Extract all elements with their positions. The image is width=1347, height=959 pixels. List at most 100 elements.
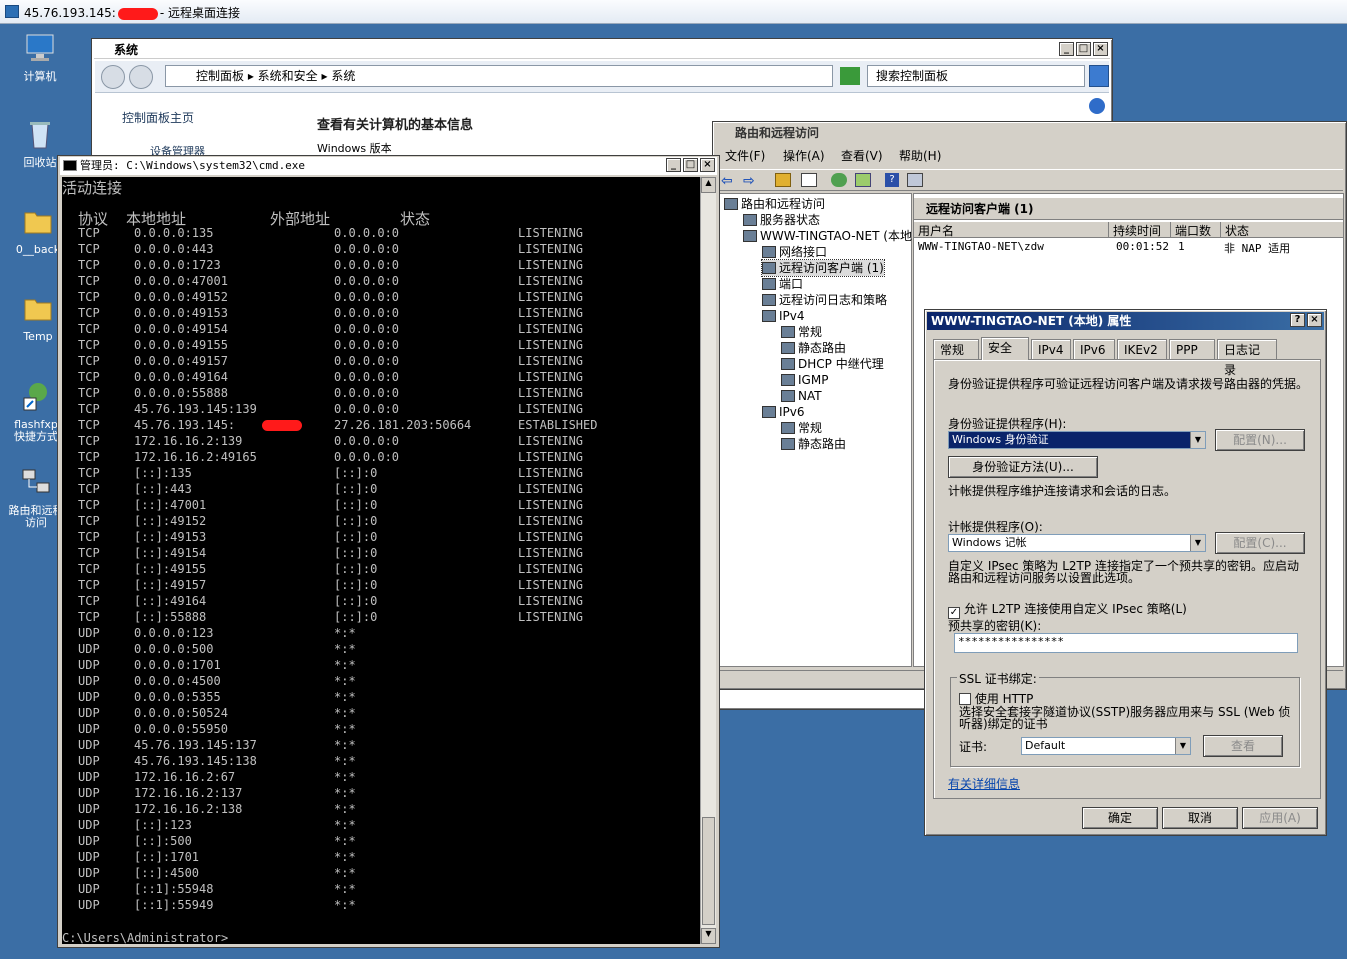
row-local-address: 0.0.0.0:5355 bbox=[134, 690, 221, 704]
help-icon[interactable]: ? bbox=[885, 173, 899, 187]
view-certificate-button[interactable]: 查看 bbox=[1203, 735, 1283, 757]
row-foreign-address: [::]:0 bbox=[334, 466, 378, 480]
close-button[interactable]: × bbox=[1307, 313, 1322, 327]
row-protocol: TCP bbox=[78, 370, 100, 384]
help-button[interactable]: ? bbox=[1290, 313, 1305, 327]
close-button[interactable]: × bbox=[1093, 42, 1108, 56]
desktop-icon-computer[interactable]: 计算机 bbox=[12, 32, 68, 83]
tree-item[interactable]: IGMP bbox=[781, 372, 828, 388]
tree-item-label: 端口 bbox=[779, 277, 804, 291]
row-protocol: TCP bbox=[78, 322, 100, 336]
row-local-address: 172.16.16.2:139 bbox=[134, 434, 243, 448]
scroll-up-arrow[interactable]: ▲ bbox=[701, 177, 716, 193]
auth-provider-select[interactable]: Windows 身份验证 ▼ bbox=[948, 431, 1206, 449]
minimize-button[interactable]: _ bbox=[1059, 42, 1074, 56]
auth-methods-button[interactable]: 身份验证方法(U)... bbox=[948, 456, 1098, 478]
tree-item[interactable]: DHCP 中继代理 bbox=[781, 356, 884, 372]
row-protocol: UDP bbox=[78, 866, 100, 880]
back-arrow-icon[interactable]: ⇦ bbox=[721, 173, 733, 189]
tree-item[interactable]: IPv6 bbox=[762, 404, 805, 420]
configure-accounting-button[interactable]: 配置(C)... bbox=[1215, 532, 1305, 554]
refresh-icon[interactable] bbox=[831, 173, 847, 187]
tab-5[interactable]: PPP bbox=[1169, 339, 1215, 359]
tab-6[interactable]: 日志记录 bbox=[1217, 339, 1277, 377]
help-icon[interactable] bbox=[1089, 98, 1105, 114]
cmd-scrollbar[interactable]: ▲ ▼ bbox=[700, 177, 716, 944]
tree-item[interactable]: NAT bbox=[781, 388, 822, 404]
tree-item[interactable]: WWW-TINGTAO-NET (本地) bbox=[743, 228, 917, 244]
col-status[interactable]: 状态 bbox=[1220, 222, 1249, 238]
breadcrumb[interactable]: 控制面板 ▸ 系统和安全 ▸ 系统 bbox=[165, 65, 833, 87]
col-duration[interactable]: 持续时间 bbox=[1108, 222, 1161, 238]
tab-0[interactable]: 常规 bbox=[933, 339, 979, 359]
row-protocol: TCP bbox=[78, 338, 100, 352]
sidebar-home-link[interactable]: 控制面板主页 bbox=[122, 109, 194, 126]
forward-button[interactable] bbox=[129, 65, 153, 89]
scroll-down-arrow[interactable]: ▼ bbox=[701, 928, 716, 944]
tab-4[interactable]: IKEv2 bbox=[1117, 339, 1167, 359]
tree-item[interactable]: 常规 bbox=[781, 324, 822, 340]
tree-item-label: 静态路由 bbox=[798, 437, 847, 451]
apply-button[interactable]: 应用(A) bbox=[1242, 807, 1318, 829]
minimize-button[interactable]: _ bbox=[666, 158, 681, 172]
row-local-address: 45.76.193.145:137 bbox=[134, 738, 257, 752]
export-icon[interactable] bbox=[855, 173, 871, 187]
more-info-link[interactable]: 有关详细信息 bbox=[948, 775, 1020, 792]
close-button[interactable]: × bbox=[700, 158, 715, 172]
tree-item[interactable]: 静态路由 bbox=[781, 436, 846, 452]
certificate-select[interactable]: Default ▼ bbox=[1021, 737, 1191, 755]
chevron-down-icon: ▼ bbox=[1190, 432, 1205, 448]
tree-item[interactable]: IPv4 bbox=[762, 308, 805, 324]
desktop-icon-routing[interactable]: 路由和远程访问 bbox=[8, 466, 64, 529]
psk-field[interactable]: **************** bbox=[954, 633, 1298, 653]
search-input[interactable]: 搜索控制面板 bbox=[867, 65, 1085, 87]
forward-arrow-icon[interactable]: ⇨ bbox=[743, 173, 755, 189]
cmd-console[interactable]: 活动连接 协议 本地地址 外部地址 状态 TCP 0.0.0.0:135 0.0.0… bbox=[62, 177, 702, 944]
tree-item[interactable]: 路由和远程访问 bbox=[724, 196, 825, 212]
tree-item[interactable]: 远程访问日志和策略 bbox=[762, 292, 887, 308]
use-http-checkbox[interactable] bbox=[959, 693, 971, 705]
row-protocol: UDP bbox=[78, 834, 100, 848]
row-protocol: UDP bbox=[78, 690, 100, 704]
ok-button[interactable]: 确定 bbox=[1082, 807, 1158, 829]
desktop-icon-flashfxp[interactable]: flashfxp 快捷方式 bbox=[8, 380, 64, 443]
row-local-address: [::]:135 bbox=[134, 466, 192, 480]
row-state: LISTENING bbox=[518, 530, 584, 544]
cancel-button[interactable]: 取消 bbox=[1162, 807, 1238, 829]
maximize-button[interactable]: □ bbox=[1076, 42, 1091, 56]
row-protocol: UDP bbox=[78, 882, 100, 896]
row-foreign-address: 0.0.0.0:0 bbox=[334, 386, 400, 400]
back-button[interactable] bbox=[101, 65, 125, 89]
properties-icon[interactable] bbox=[907, 173, 923, 187]
row-protocol: TCP bbox=[78, 274, 100, 288]
list-row[interactable]: WWW-TINGTAO-NET\zdw 00:01:52 1 非 NAP 适用 bbox=[918, 240, 1338, 256]
tree-item[interactable]: 静态路由 bbox=[781, 340, 846, 356]
tab-1[interactable]: 安全 bbox=[981, 337, 1029, 360]
row-protocol: TCP bbox=[78, 578, 100, 592]
tree-item[interactable]: 常规 bbox=[781, 420, 822, 436]
tree-item[interactable]: 服务器状态 bbox=[743, 212, 820, 228]
col-username[interactable]: 用户名 bbox=[918, 222, 954, 239]
tab-3[interactable]: IPv6 bbox=[1073, 339, 1115, 359]
tree-item[interactable]: 网络接口 bbox=[762, 244, 827, 260]
scroll-thumb[interactable] bbox=[702, 817, 715, 925]
refresh-icon[interactable] bbox=[840, 67, 860, 85]
menu-help[interactable]: 帮助(H) bbox=[899, 146, 941, 166]
row-foreign-address: [::]:0 bbox=[334, 482, 378, 496]
maximize-button[interactable]: □ bbox=[683, 158, 698, 172]
search-icon[interactable] bbox=[1089, 65, 1109, 87]
menu-action[interactable]: 操作(A) bbox=[783, 146, 825, 166]
show-tree-icon[interactable] bbox=[801, 173, 817, 187]
tree-item[interactable]: 端口 bbox=[762, 276, 803, 292]
row-local-address: [::]:49154 bbox=[134, 546, 207, 560]
tree-item[interactable]: 远程访问客户端 (1) bbox=[761, 259, 885, 277]
configure-auth-button[interactable]: 配置(N)... bbox=[1215, 429, 1305, 451]
row-state: LISTENING bbox=[518, 386, 584, 400]
menu-file[interactable]: 文件(F) bbox=[725, 146, 765, 166]
col-ports[interactable]: 端口数 bbox=[1170, 222, 1211, 238]
menu-view[interactable]: 查看(V) bbox=[841, 146, 883, 166]
up-folder-icon[interactable] bbox=[775, 173, 791, 187]
row-foreign-address: 0.0.0.0:0 bbox=[334, 434, 400, 448]
accounting-provider-select[interactable]: Windows 记帐 ▼ bbox=[948, 534, 1206, 552]
tab-2[interactable]: IPv4 bbox=[1031, 339, 1071, 359]
